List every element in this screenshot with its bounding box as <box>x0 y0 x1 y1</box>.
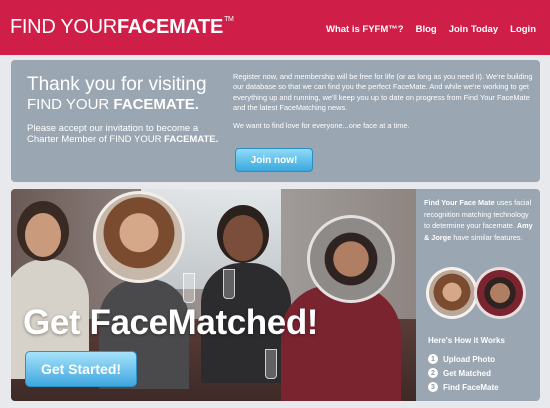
nav-join-today[interactable]: Join Today <box>449 24 498 35</box>
how-it-works-title: Here's How it Works <box>428 336 505 345</box>
wine-glass-icon <box>265 349 277 379</box>
step-number-badge: 2 <box>428 368 438 378</box>
step-label: Upload Photo <box>443 354 495 364</box>
hero-banner: Get FaceMatched! Get Started! <box>11 189 416 401</box>
wine-glass-icon <box>183 273 195 303</box>
logo-light-text: FIND YOUR <box>10 16 117 38</box>
face-highlight-amy <box>93 191 185 283</box>
hero-title: Get FaceMatched! <box>23 303 319 342</box>
amy-face-thumbnail <box>426 267 478 319</box>
get-started-button[interactable]: Get Started! <box>25 351 137 387</box>
hero-person-center-face <box>223 215 263 261</box>
welcome-brand-line: FIND YOUR FACEMATE. <box>27 96 199 113</box>
logo-bold-text: FACEMATE <box>116 16 224 38</box>
step-label: Find FaceMate <box>443 382 499 392</box>
site-logo[interactable]: FIND YOURFACEMATETM <box>10 16 234 39</box>
step-label: Get Matched <box>443 368 492 378</box>
main-nav: What is FYFM™? Blog Join Today Login <box>326 24 536 35</box>
nav-what-is-fyfm[interactable]: What is FYFM™? <box>326 24 404 35</box>
welcome-panel: Thank you for visiting FIND YOUR FACEMAT… <box>11 60 540 182</box>
steps-list: 1 Upload Photo 2 Get Matched 3 Find Face… <box>428 352 499 394</box>
wine-glass-icon <box>223 269 235 299</box>
jorge-face-thumbnail <box>474 267 526 319</box>
invite-text: Please accept our invitation to become a… <box>27 123 219 145</box>
site-header: FIND YOURFACEMATETM What is FYFM™? Blog … <box>0 0 550 55</box>
welcome-heading-block: Thank you for visiting FIND YOUR FACEMAT… <box>27 74 227 145</box>
step-get-matched[interactable]: 2 Get Matched <box>428 366 499 380</box>
how-it-works-sidebar: Find Your Face Mate uses facial recognit… <box>416 189 540 401</box>
step-number-badge: 1 <box>428 354 438 364</box>
face-highlight-jorge <box>307 215 395 303</box>
sidebar-description: Find Your Face Mate uses facial recognit… <box>424 198 533 242</box>
logo-trademark: TM <box>224 16 234 23</box>
step-upload-photo[interactable]: 1 Upload Photo <box>428 352 499 366</box>
nav-login[interactable]: Login <box>510 24 536 35</box>
nav-blog[interactable]: Blog <box>416 24 437 35</box>
hero-person-left-face <box>25 213 61 257</box>
intro-tagline: We want to find love for everyone...one … <box>233 120 410 130</box>
intro-paragraph: Register now, and membership will be fre… <box>233 72 533 113</box>
step-find-facemate[interactable]: 3 Find FaceMate <box>428 380 499 394</box>
join-now-button[interactable]: Join now! <box>235 148 313 172</box>
intro-text: Register now, and membership will be fre… <box>233 72 533 131</box>
welcome-heading: Thank you for visiting <box>27 74 207 95</box>
step-number-badge: 3 <box>428 382 438 392</box>
